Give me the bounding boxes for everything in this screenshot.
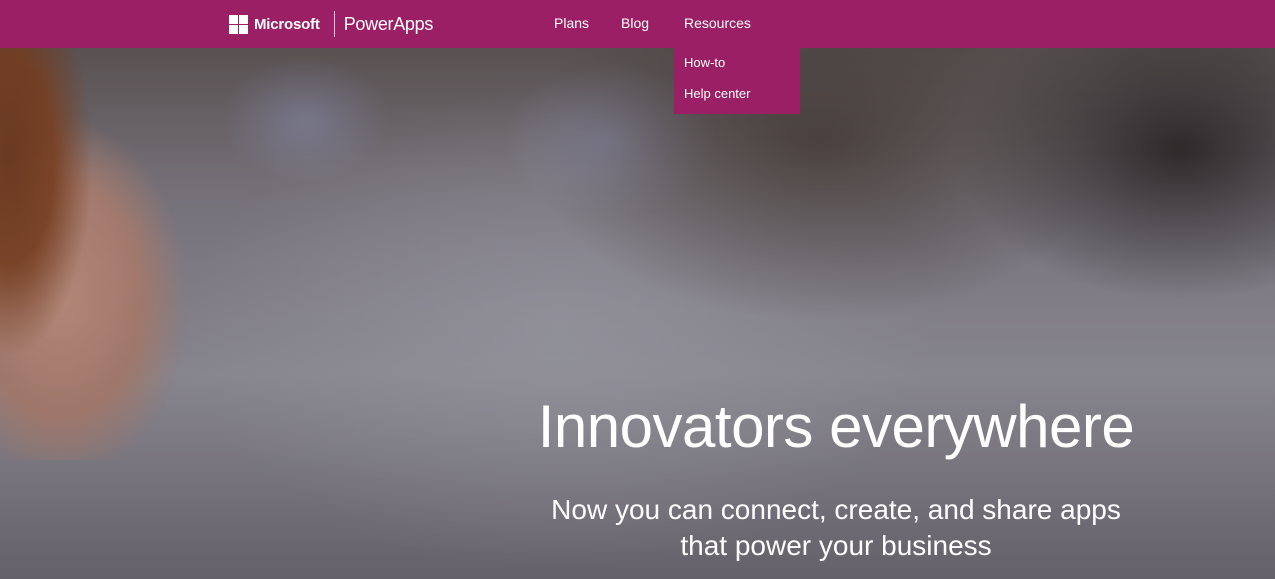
resources-dropdown-menu: How-to Help center: [674, 48, 800, 114]
product-name: PowerApps: [343, 13, 434, 34]
logo-square: [239, 24, 248, 34]
brand-divider: [333, 11, 335, 37]
microsoft-wordmark: Microsoft: [254, 15, 320, 33]
nav-blog[interactable]: Blog: [621, 15, 649, 31]
microsoft-logo-icon: [229, 14, 248, 34]
nav-plans[interactable]: Plans: [554, 15, 589, 31]
logo-square: [229, 14, 238, 24]
nav-resources[interactable]: Resources: [684, 15, 751, 31]
menu-item-help-center[interactable]: Help center: [684, 86, 750, 101]
brand[interactable]: Microsoft PowerApps: [229, 10, 433, 38]
hero-subheadline-line-1: Now you can connect, create, and share a…: [551, 494, 1121, 525]
hero-headline: Innovators everywhere: [537, 393, 1135, 460]
page: Microsoft PowerApps Plans Blog Resources…: [0, 0, 1275, 579]
hero-subheadline-line-2: that power your business: [680, 530, 992, 561]
logo-square: [239, 14, 248, 24]
logo-square: [229, 24, 238, 34]
menu-item-how-to[interactable]: How-to: [684, 55, 725, 70]
top-navigation-bar: Microsoft PowerApps Plans Blog Resources: [0, 0, 1275, 48]
hero-subheadline: Now you can connect, create, and share a…: [470, 492, 1202, 564]
